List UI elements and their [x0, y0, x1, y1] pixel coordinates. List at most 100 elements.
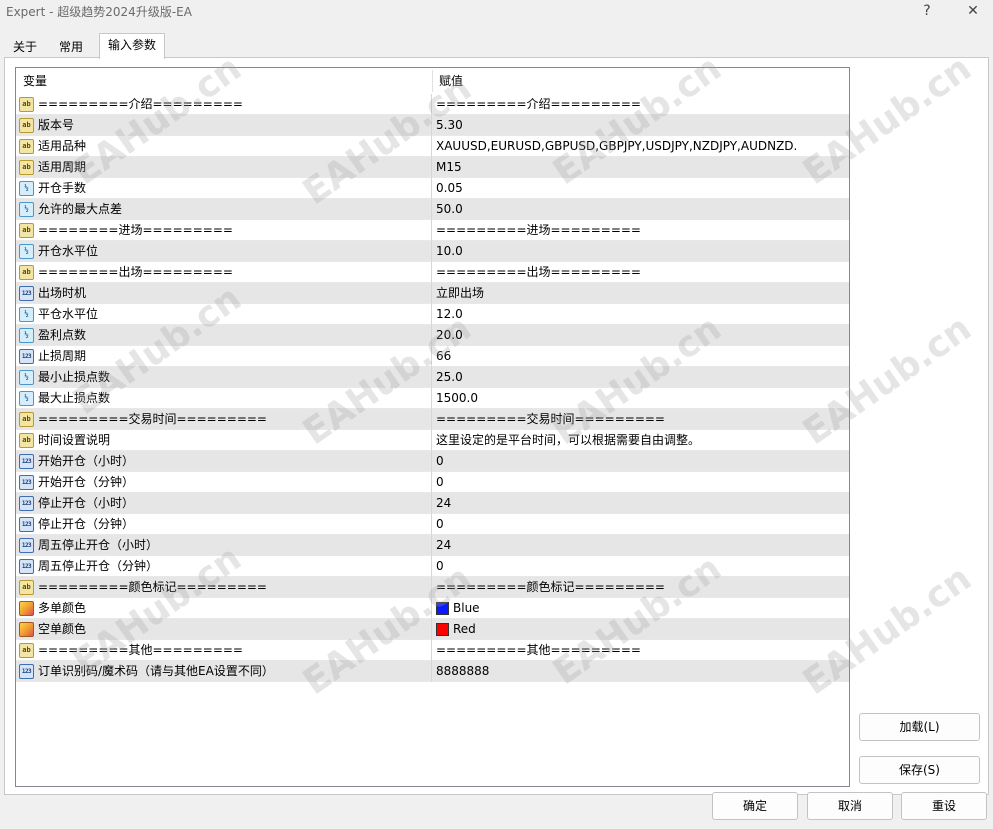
param-value-cell[interactable]: =========出场=========	[432, 262, 849, 283]
param-name-cell[interactable]: 空单颜色	[16, 619, 432, 640]
header-variable[interactable]: 变量	[16, 68, 47, 94]
param-value-cell[interactable]: 24	[432, 493, 849, 514]
param-row[interactable]: ½ 开仓手数 0.05	[16, 178, 849, 199]
param-name-cell[interactable]: ½ 最大止损点数	[16, 388, 432, 409]
param-value-cell[interactable]: 8888888	[432, 661, 849, 682]
param-value-cell[interactable]: 20.0	[432, 325, 849, 346]
param-value-cell[interactable]: =========交易时间=========	[432, 409, 849, 430]
param-value-cell[interactable]: XAUUSD,EURUSD,GBPUSD,GBPJPY,USDJPY,NZDJP…	[432, 136, 849, 157]
help-button[interactable]: ?	[904, 0, 950, 24]
param-value-cell[interactable]: 0	[432, 472, 849, 493]
param-name-cell[interactable]: ab =========介绍=========	[16, 94, 432, 115]
param-row[interactable]: ab =========交易时间========= =========交易时间===…	[16, 409, 849, 430]
parameters-grid[interactable]: 变量 赋值 ab =========介绍========= =========介绍=…	[15, 67, 850, 787]
param-row[interactable]: ½ 盈利点数 20.0	[16, 325, 849, 346]
param-value-cell[interactable]: 24	[432, 535, 849, 556]
param-row[interactable]: 多单颜色 Blue	[16, 598, 849, 619]
param-value-cell[interactable]: 0	[432, 514, 849, 535]
param-name-cell[interactable]: ab ========进场=========	[16, 220, 432, 241]
param-row[interactable]: ab =========颜色标记========= =========颜色标记===…	[16, 577, 849, 598]
param-row[interactable]: ab 适用周期 M15	[16, 157, 849, 178]
param-value-cell[interactable]: 0.05	[432, 178, 849, 199]
reset-button[interactable]: 重设	[901, 792, 987, 820]
header-value[interactable]: 赋值	[432, 68, 463, 94]
tab-common[interactable]: 常用	[50, 35, 93, 58]
param-value-cell[interactable]: 10.0	[432, 241, 849, 262]
param-value-cell[interactable]: =========介绍=========	[432, 94, 849, 115]
param-value-cell[interactable]: 1500.0	[432, 388, 849, 409]
param-name-cell[interactable]: 123 周五停止开仓（小时）	[16, 535, 432, 556]
param-row[interactable]: 123 停止开仓（小时） 24	[16, 493, 849, 514]
param-name-cell[interactable]: 123 停止开仓（分钟）	[16, 514, 432, 535]
param-value-cell[interactable]: =========颜色标记=========	[432, 577, 849, 598]
param-row[interactable]: ½ 开仓水平位 10.0	[16, 241, 849, 262]
param-name-cell[interactable]: ab =========颜色标记=========	[16, 577, 432, 598]
param-row[interactable]: ½ 最小止损点数 25.0	[16, 367, 849, 388]
param-value-cell[interactable]: 立即出场	[432, 283, 849, 304]
param-name-cell[interactable]: 多单颜色	[16, 598, 432, 619]
param-row[interactable]: 123 开始开仓（小时） 0	[16, 451, 849, 472]
param-name-cell[interactable]: ab 版本号	[16, 115, 432, 136]
color-swatch[interactable]	[436, 602, 449, 615]
param-value-cell[interactable]: 66	[432, 346, 849, 367]
param-value-cell[interactable]: 5.30	[432, 115, 849, 136]
param-name-cell[interactable]: ab =========交易时间=========	[16, 409, 432, 430]
close-button[interactable]: ✕	[950, 0, 993, 24]
param-value-cell[interactable]: 12.0	[432, 304, 849, 325]
param-row[interactable]: ½ 允许的最大点差 50.0	[16, 199, 849, 220]
param-name-cell[interactable]: 123 开始开仓（小时）	[16, 451, 432, 472]
param-value-cell[interactable]: 0	[432, 556, 849, 577]
param-row[interactable]: ab =========介绍========= =========介绍=======…	[16, 94, 849, 115]
param-value-cell[interactable]: 50.0	[432, 199, 849, 220]
tab-inputs[interactable]: 输入参数	[99, 33, 166, 59]
param-name-cell[interactable]: ab 适用周期	[16, 157, 432, 178]
param-value-cell[interactable]: =========进场=========	[432, 220, 849, 241]
param-name-cell[interactable]: 123 周五停止开仓（分钟）	[16, 556, 432, 577]
load-button[interactable]: 加载(L)	[859, 713, 980, 741]
param-label: 止损周期	[38, 349, 87, 363]
param-name-cell[interactable]: ½ 允许的最大点差	[16, 199, 432, 220]
param-row[interactable]: 123 周五停止开仓（小时） 24	[16, 535, 849, 556]
param-value-cell[interactable]: Red	[432, 619, 849, 640]
param-name-cell[interactable]: 123 停止开仓（小时）	[16, 493, 432, 514]
param-name-cell[interactable]: ½ 最小止损点数	[16, 367, 432, 388]
param-row[interactable]: 123 出场时机 立即出场	[16, 283, 849, 304]
param-row[interactable]: ½ 平仓水平位 12.0	[16, 304, 849, 325]
param-name-cell[interactable]: ½ 平仓水平位	[16, 304, 432, 325]
param-row[interactable]: ab ========进场========= =========进场========…	[16, 220, 849, 241]
ok-button[interactable]: 确定	[712, 792, 798, 820]
param-row[interactable]: 空单颜色 Red	[16, 619, 849, 640]
param-name-cell[interactable]: ½ 开仓手数	[16, 178, 432, 199]
tab-about[interactable]: 关于	[4, 35, 47, 58]
param-value-cell[interactable]: =========其他=========	[432, 640, 849, 661]
param-value-cell[interactable]: 25.0	[432, 367, 849, 388]
param-row[interactable]: ab ========出场========= =========出场========…	[16, 262, 849, 283]
param-row[interactable]: 123 停止开仓（分钟） 0	[16, 514, 849, 535]
param-row[interactable]: ½ 最大止损点数 1500.0	[16, 388, 849, 409]
param-name-cell[interactable]: ab 时间设置说明	[16, 430, 432, 451]
save-button[interactable]: 保存(S)	[859, 756, 980, 784]
param-row[interactable]: 123 止损周期 66	[16, 346, 849, 367]
param-name-cell[interactable]: ½ 盈利点数	[16, 325, 432, 346]
param-value-cell[interactable]: Blue	[432, 598, 849, 619]
param-name-cell[interactable]: ½ 开仓水平位	[16, 241, 432, 262]
param-row[interactable]: 123 订单识别码/魔术码（请与其他EA设置不同） 8888888	[16, 661, 849, 682]
param-row[interactable]: ab 时间设置说明 这里设定的是平台时间，可以根据需要自由调整。	[16, 430, 849, 451]
param-name-cell[interactable]: 123 开始开仓（分钟）	[16, 472, 432, 493]
param-name-cell[interactable]: 123 出场时机	[16, 283, 432, 304]
param-name-cell[interactable]: ab =========其他=========	[16, 640, 432, 661]
param-value-cell[interactable]: 0	[432, 451, 849, 472]
param-name-cell[interactable]: 123 订单识别码/魔术码（请与其他EA设置不同）	[16, 661, 432, 682]
param-name-cell[interactable]: 123 止损周期	[16, 346, 432, 367]
cancel-button[interactable]: 取消	[807, 792, 893, 820]
param-name-cell[interactable]: ab ========出场=========	[16, 262, 432, 283]
param-row[interactable]: 123 开始开仓（分钟） 0	[16, 472, 849, 493]
param-row[interactable]: ab 版本号 5.30	[16, 115, 849, 136]
param-value-cell[interactable]: M15	[432, 157, 849, 178]
param-row[interactable]: ab 适用品种 XAUUSD,EURUSD,GBPUSD,GBPJPY,USDJPY…	[16, 136, 849, 157]
param-name-cell[interactable]: ab 适用品种	[16, 136, 432, 157]
param-row[interactable]: ab =========其他========= =========其他=======…	[16, 640, 849, 661]
color-swatch[interactable]	[436, 623, 449, 636]
param-value-cell[interactable]: 这里设定的是平台时间，可以根据需要自由调整。	[432, 430, 849, 451]
param-row[interactable]: 123 周五停止开仓（分钟） 0	[16, 556, 849, 577]
